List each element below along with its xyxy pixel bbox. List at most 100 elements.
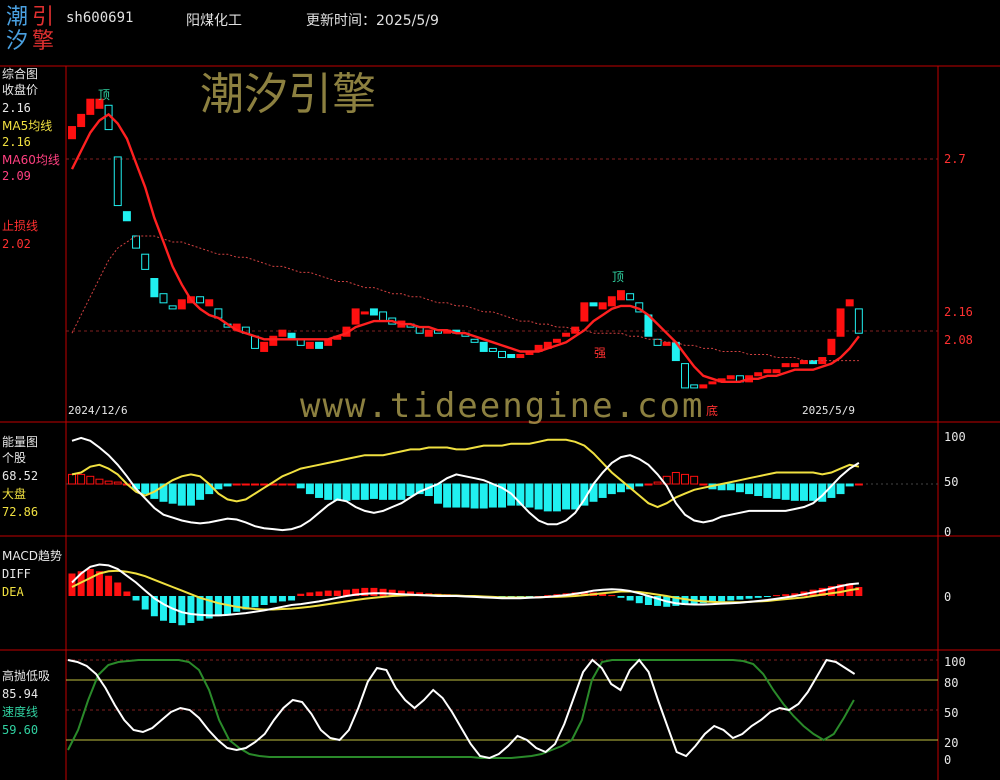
- candle: [196, 296, 205, 304]
- energy-bar: [406, 483, 415, 497]
- legend-hpdx-value: 85.94: [2, 687, 39, 701]
- energy-bar: [278, 483, 287, 486]
- macd-bar: [114, 582, 122, 596]
- candle: [159, 293, 168, 304]
- energy-bar: [781, 483, 790, 500]
- macd-bar: [260, 596, 268, 605]
- legend-ma5-value: 2.16: [2, 135, 31, 149]
- y-tick: 2.08: [944, 333, 973, 347]
- macd-bar: [333, 590, 341, 596]
- energy-bar: [315, 483, 324, 498]
- macd-bar: [718, 596, 726, 602]
- macd-bar: [187, 596, 195, 623]
- macd-bar: [635, 596, 643, 604]
- y-tick: 100: [944, 655, 966, 669]
- candle: [479, 341, 488, 352]
- watermark-url: www.tideengine.com: [300, 386, 705, 426]
- energy-bar: [379, 483, 388, 500]
- candle: [132, 235, 141, 249]
- candle: [516, 353, 525, 359]
- candle: [790, 363, 799, 368]
- candle: [616, 290, 625, 301]
- energy-bar: [186, 483, 195, 506]
- candle: [141, 253, 150, 270]
- energy-bar: [434, 483, 442, 504]
- candle: [379, 311, 388, 322]
- energy-bar: [461, 483, 470, 508]
- candle: [552, 338, 561, 343]
- legend-stop-value: 2.02: [2, 237, 31, 251]
- energy-bar: [351, 483, 360, 500]
- annotation-bottom: 底: [706, 404, 719, 418]
- legend-ma60-value: 2.09: [2, 169, 31, 183]
- energy-bar: [77, 473, 86, 485]
- energy-bar: [443, 483, 452, 508]
- energy-bar: [241, 483, 250, 486]
- energy-bar: [772, 483, 781, 499]
- y-tick: 50: [944, 706, 959, 720]
- y-tick: 80: [944, 676, 959, 690]
- macd-bar: [773, 595, 780, 597]
- candle: [754, 372, 763, 377]
- candle: [150, 278, 159, 298]
- energy-bar: [324, 483, 333, 500]
- energy-bar: [168, 483, 177, 504]
- macd-bar: [306, 592, 314, 596]
- energy-bar: [745, 483, 754, 495]
- legend-stock-value: 68.52: [2, 469, 39, 483]
- legend-stop-name: 止损线: [2, 219, 39, 233]
- annotation-strong: 强: [594, 346, 607, 360]
- energy-bar: [836, 483, 845, 495]
- candle: [598, 302, 607, 310]
- y-tick: 0: [944, 590, 952, 604]
- annotation-top: 顶: [612, 270, 625, 284]
- energy-bar: [754, 483, 763, 497]
- energy-bar: [543, 483, 552, 512]
- macd-bar: [315, 591, 323, 596]
- macd-bar: [278, 596, 286, 602]
- energy-bar: [305, 483, 314, 495]
- energy-bar: [488, 483, 497, 508]
- candle: [681, 363, 689, 389]
- legend-dea-name: DEA: [2, 585, 24, 599]
- energy-bar: [388, 483, 397, 500]
- energy-bar: [177, 483, 186, 506]
- energy-bar: [635, 483, 644, 487]
- energy-bar: [296, 483, 305, 489]
- candle: [488, 347, 497, 352]
- panel1-title: 综合图: [2, 67, 39, 81]
- y-tick: 100: [944, 430, 966, 444]
- legend-stock-name: 个股: [2, 451, 27, 465]
- panel4-title: 高抛低吸: [2, 669, 51, 683]
- energy-bar: [552, 483, 561, 512]
- energy-bar: [360, 483, 369, 500]
- legend-diff-name: DIFF: [2, 567, 31, 581]
- macd-bar: [626, 596, 634, 601]
- macd-bar: [132, 596, 140, 601]
- energy-bar: [104, 480, 113, 485]
- candle: [177, 299, 186, 310]
- candle: [278, 329, 287, 337]
- candle: [827, 338, 836, 355]
- legend-ma5-name: MA5均线: [2, 119, 53, 133]
- energy-bar: [251, 483, 259, 486]
- energy-bar: [644, 483, 653, 486]
- macd-bar: [141, 596, 149, 610]
- energy-bar: [616, 483, 625, 493]
- legend-close-value: 2.16: [2, 101, 31, 115]
- macd-bar: [617, 596, 625, 598]
- candle: [653, 338, 662, 346]
- candle: [580, 302, 589, 322]
- energy-bar: [690, 475, 699, 485]
- energy-bar: [571, 483, 580, 510]
- energy-bar: [141, 483, 150, 495]
- candle: [315, 341, 324, 349]
- macd-bar: [214, 596, 222, 617]
- energy-bar: [113, 481, 122, 485]
- candle: [68, 126, 76, 140]
- energy-bar: [525, 483, 534, 508]
- energy-bar: [333, 483, 342, 501]
- legend-speed-value: 59.60: [2, 723, 39, 737]
- macd-bar: [727, 596, 735, 601]
- panel3-title: MACD趋势: [2, 549, 62, 563]
